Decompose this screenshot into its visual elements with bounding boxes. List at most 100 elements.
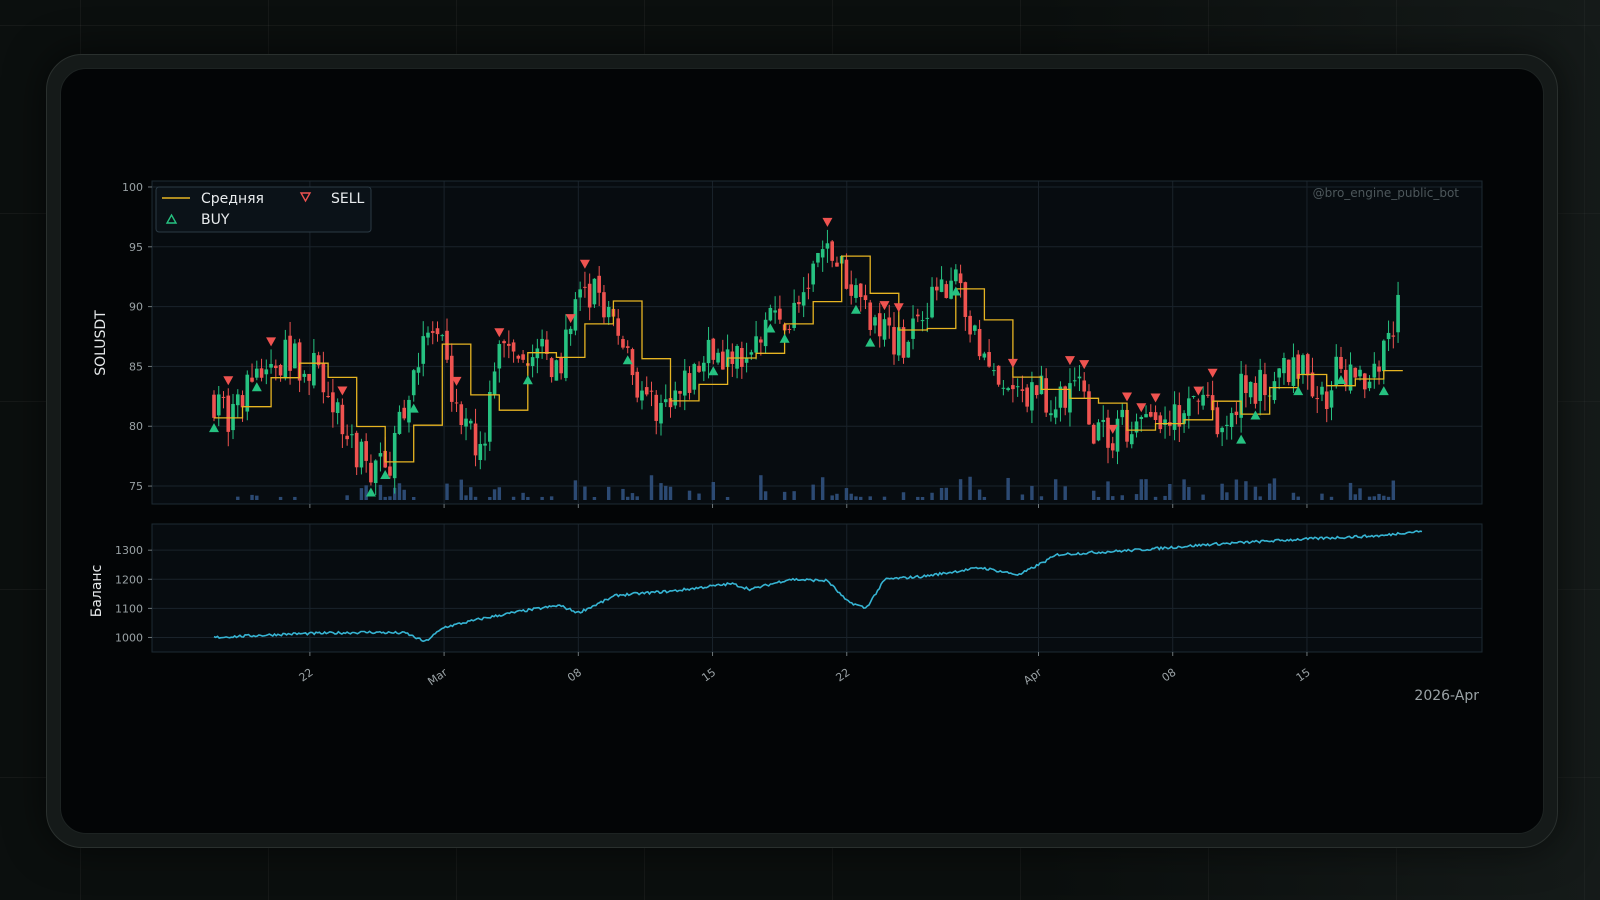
volume-bar: [278, 496, 283, 500]
candle-body: [1391, 335, 1396, 337]
candle-body: [231, 403, 235, 431]
candle-body: [692, 364, 697, 390]
candle-body: [293, 343, 297, 369]
candle-body: [1030, 382, 1034, 411]
candle-body: [1244, 375, 1248, 394]
legend-sell-label: SELL: [331, 191, 365, 207]
volume-bar: [1244, 481, 1248, 500]
candle-body: [1020, 389, 1025, 391]
candle-body: [673, 390, 678, 406]
candle-body: [478, 443, 483, 461]
volume-bar: [549, 496, 554, 500]
volume-bar: [939, 487, 944, 500]
legend: Средняя SELL BUY: [155, 186, 372, 233]
volume-bar: [668, 486, 673, 500]
candle-body: [226, 395, 231, 432]
candle-body: [1091, 424, 1096, 444]
candle-body: [468, 420, 473, 424]
candle-body: [421, 336, 426, 364]
candle-body: [678, 391, 682, 394]
volume-bar: [250, 494, 254, 500]
candle-body: [488, 391, 492, 442]
candle-body: [464, 418, 468, 427]
volume-bar: [1139, 479, 1143, 500]
candle-body: [259, 368, 264, 378]
volume-bar: [1163, 495, 1167, 500]
candle-body: [369, 462, 373, 483]
candle-body: [635, 371, 640, 398]
candle-body: [274, 365, 278, 369]
candle-body: [1206, 394, 1210, 396]
candle-body: [1011, 385, 1015, 390]
volume-bar: [293, 496, 297, 500]
x-tick-label: 22: [297, 666, 316, 685]
candle-body: [364, 441, 368, 461]
candle-body: [1139, 417, 1144, 420]
candle-body: [254, 368, 259, 378]
volume-bar: [412, 496, 416, 500]
volume-bar: [1258, 496, 1262, 500]
candle-body: [1144, 414, 1148, 418]
candle-body: [835, 262, 839, 267]
volume-bar: [854, 496, 858, 500]
candle-body: [1225, 424, 1229, 426]
candle-body: [1148, 411, 1153, 417]
candle-body: [654, 394, 659, 421]
candle-body: [1272, 381, 1277, 401]
screen-area: 75 80 85 90 95 100 SOLUSDT @bro_engine_public…: [60, 68, 1544, 834]
candle-body: [502, 341, 506, 344]
candle-body: [896, 327, 901, 356]
volume-bar: [473, 496, 478, 500]
candle-body: [606, 306, 611, 318]
volume-bar: [1386, 496, 1391, 500]
candle-body: [1087, 391, 1091, 425]
x-tick-label: Mar: [425, 666, 450, 689]
candle-body: [235, 394, 240, 406]
candle-body: [1072, 380, 1077, 382]
candle-body: [397, 411, 402, 434]
volume-bar: [488, 496, 492, 500]
candle-body: [1386, 332, 1391, 340]
volume-bar: [583, 486, 587, 500]
candle-body: [787, 328, 792, 330]
volume-bar: [1296, 496, 1300, 500]
volume-bar: [1348, 482, 1353, 500]
candle-body: [797, 302, 801, 305]
candle-body: [331, 392, 335, 413]
candle-body: [578, 289, 582, 298]
candle-body: [868, 302, 873, 330]
candle-body: [459, 404, 464, 426]
candle-body: [1315, 398, 1320, 400]
x-tick-label: 15: [699, 666, 718, 685]
price-tick-label: 85: [129, 360, 143, 373]
candle-body: [540, 338, 544, 347]
candle-body: [877, 313, 882, 337]
candle-body: [340, 404, 345, 435]
candle-body: [326, 395, 330, 397]
candle-body: [245, 374, 250, 412]
candle-body: [706, 339, 711, 364]
candle-body: [1339, 356, 1343, 369]
candle-body: [592, 278, 597, 305]
candle-body: [911, 318, 915, 339]
candle-body: [1034, 385, 1039, 396]
volume-bar: [830, 495, 834, 500]
candle-body: [1115, 418, 1120, 452]
x-tick-label: 22: [834, 666, 853, 685]
candle-body: [1286, 359, 1291, 383]
candle-body: [411, 370, 416, 396]
candle-body: [1229, 413, 1234, 427]
volume-bar: [725, 496, 730, 500]
volume-bar: [1111, 496, 1115, 500]
volume-bar: [383, 496, 387, 500]
candle-body: [1305, 354, 1310, 376]
volume-bar: [236, 496, 240, 500]
candle-body: [1049, 413, 1053, 416]
volume-bar: [1234, 479, 1239, 500]
price-tick-label: 80: [129, 420, 143, 433]
candle-body: [269, 364, 273, 368]
volume-bar: [977, 489, 982, 500]
candle-body: [701, 362, 706, 372]
volume-bar: [1372, 496, 1377, 500]
candle-body: [982, 353, 987, 358]
